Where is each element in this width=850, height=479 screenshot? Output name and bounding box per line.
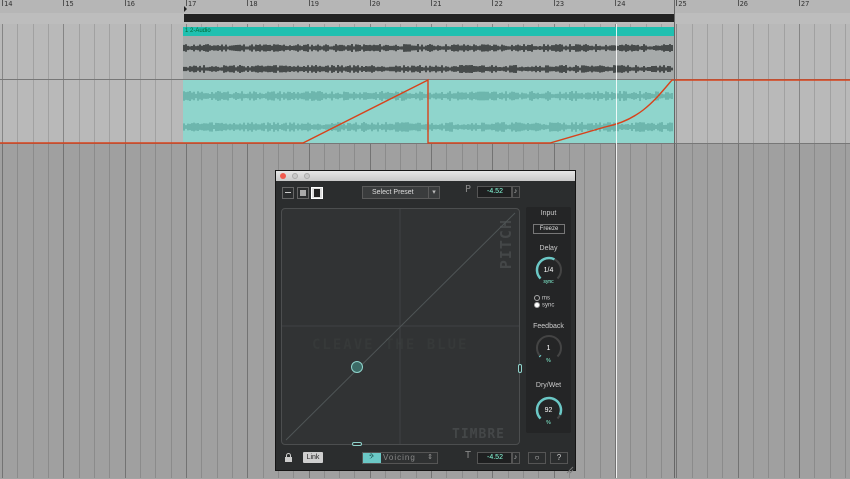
voicing-label: Voicing [383, 453, 416, 462]
feedback-title: Feedback [533, 323, 564, 330]
bass-clef-icon: 𝄢 [363, 453, 381, 463]
lock-icon[interactable] [284, 453, 293, 462]
waveform-path [183, 44, 673, 52]
chevron-down-icon: ▾ [428, 187, 439, 198]
delay-mode-ms-label: ms [542, 295, 550, 302]
radio-icon [534, 295, 540, 301]
pitch-letter: P [465, 184, 472, 195]
reset-icon[interactable]: ○ [528, 452, 546, 464]
freeze-button[interactable]: Freeze [533, 224, 565, 234]
delay-mode-ms[interactable]: ms [534, 295, 550, 302]
radio-icon [534, 302, 540, 308]
updown-arrows-icon: ⇕ [427, 454, 434, 461]
zoom-button[interactable] [304, 173, 310, 179]
xy-pad-handle[interactable] [351, 361, 363, 373]
mode-line-button[interactable] [282, 187, 294, 199]
pitch-value-field[interactable]: -4.52 [477, 186, 513, 198]
link-button[interactable]: Link [303, 452, 323, 463]
close-button[interactable] [280, 173, 286, 179]
xy-pad[interactable]: CLEAVE THE BLUE PITCH TIMBRE [281, 208, 520, 445]
plugin-window[interactable]: Select Preset ▾ P -4.52 ♪ CLEAVE THE BLU… [275, 170, 576, 474]
note-icon[interactable]: ♪ [511, 452, 520, 464]
drywet-value: 92 [544, 407, 553, 414]
mode-small-button[interactable] [297, 187, 309, 199]
delay-value: 1/4 [543, 267, 554, 274]
delay-title: Delay [539, 245, 558, 252]
drywet-unit: % [546, 420, 551, 426]
plugin-bottom-bar: Link 𝄢 Voicing ⇕ T -4.52 ♪ ○ ? [276, 449, 575, 469]
timbre-slider-handle[interactable] [352, 442, 362, 446]
automation-curve[interactable] [0, 78, 850, 144]
feedback-unit: % [546, 358, 551, 364]
delay-mode-sync[interactable]: sync [534, 302, 554, 309]
plugin-toolbar: Select Preset ▾ P -4.52 ♪ [276, 181, 575, 203]
minimize-button[interactable] [292, 173, 298, 179]
knob-value-arc [538, 354, 542, 358]
note-icon[interactable]: ♪ [511, 186, 520, 198]
side-panel: Input Freeze Delay 1/4 sync ms sync Feed… [526, 207, 571, 433]
playhead-line [616, 24, 617, 478]
loop-start-icon[interactable] [184, 6, 187, 12]
waveform-path [183, 65, 673, 73]
voicing-selector[interactable]: 𝄢 Voicing ⇕ [362, 452, 438, 464]
preset-label: Select Preset [372, 189, 414, 196]
pitch-slider-handle[interactable] [518, 364, 522, 373]
timbre-letter: T [465, 450, 472, 461]
plugin-titlebar[interactable] [276, 171, 575, 181]
timbre-value-field[interactable]: -4.52 [477, 452, 513, 464]
preset-selector[interactable]: Select Preset ▾ [362, 186, 440, 199]
delay-mode-sync-label: sync [542, 302, 555, 309]
mode-large-button[interactable] [311, 187, 323, 199]
delay-unit: sync [543, 279, 554, 285]
drywet-title: Dry/Wet [535, 382, 562, 389]
pad-grid [282, 209, 519, 444]
feedback-value: 1 [546, 345, 551, 352]
input-title: Input [540, 210, 557, 217]
loop-end-marker [674, 0, 675, 478]
resize-grip-icon[interactable] [566, 461, 574, 474]
